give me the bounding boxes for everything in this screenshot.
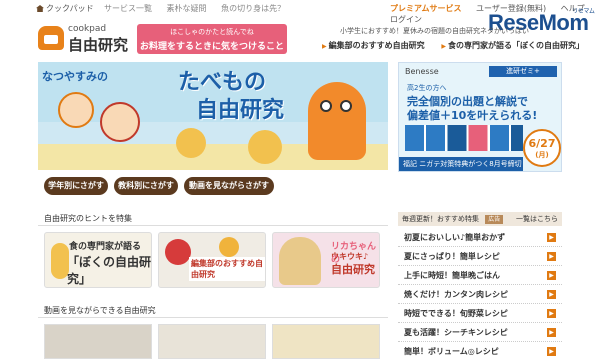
recipe-list: 初夏においしい♪簡単おかず ▶ 夏にさっぱり！簡単レシピ ▶ 上手に時短！簡単晩ごは…: [398, 228, 562, 359]
child-character: [58, 92, 94, 128]
top-links: サービス一覧 素朴な疑問 魚の切り身は先？: [104, 3, 297, 14]
candy-image: [219, 237, 239, 257]
deadline-badge: 6/27 (月): [523, 129, 561, 167]
tomato-image: [165, 239, 191, 265]
header-sublinks: 編集部のおすすめ自由研究 食の専門家が語る「ぼくの自由研究」: [322, 40, 598, 51]
video-thumbnail[interactable]: [158, 324, 266, 359]
section-title-video: 動画を見ながらできる自由研究: [44, 306, 156, 315]
search-by-video-button[interactable]: 動画を見ながらさがす: [184, 177, 274, 195]
cookpad-logo[interactable]: cookpad 自由研究: [38, 24, 138, 54]
chevron-right-icon: ▶: [547, 347, 556, 356]
video-thumbnail[interactable]: [44, 324, 152, 359]
chef-hat-icon: [38, 26, 64, 50]
home-icon: [36, 5, 44, 12]
chevron-right-icon: ▶: [547, 309, 556, 318]
safety-banner[interactable]: ほこしゃのかたと読んでね お料理をするときに気をつけること: [137, 24, 287, 54]
divider: [38, 317, 388, 318]
list-item[interactable]: 初夏においしい♪簡単おかず ▶: [398, 228, 562, 247]
login-link[interactable]: ログイン: [390, 15, 422, 24]
sublink-editor-picks[interactable]: 編集部のおすすめ自由研究: [322, 41, 425, 50]
hero-banner[interactable]: なつやすみの たべもの 自由研究: [38, 62, 388, 170]
view-all-link[interactable]: 一覧はこちら: [516, 212, 558, 226]
search-by-grade-button[interactable]: 学年別にさがす: [44, 177, 108, 195]
home-link[interactable]: クックパッド: [36, 3, 94, 14]
ad-tag: 広告: [485, 215, 504, 224]
peanut-character: [176, 128, 206, 158]
top-link-questions[interactable]: 素朴な疑問: [167, 4, 207, 13]
hero-subtitle: なつやすみの: [42, 70, 108, 83]
benesse-logo: Benesse: [405, 67, 439, 76]
hero-title-2: 自由研究: [196, 98, 285, 123]
feature-editor-picks[interactable]: 編集部のおすすめ自由研究: [158, 232, 266, 288]
list-item[interactable]: 上手に時短！簡単晩ごはん ▶: [398, 266, 562, 285]
chevron-right-icon: ▶: [547, 290, 556, 299]
chevron-right-icon: ▶: [547, 233, 556, 242]
ad-badge: 進研ゼミ+: [489, 66, 557, 77]
chevron-right-icon: ▶: [547, 252, 556, 261]
benesse-ad[interactable]: Benesse 進研ゼミ+ 高2生の方へ 完全個別の出題と解説で 偏差値＋10を…: [398, 62, 562, 172]
tagline: 小学生におすすめ！夏休みの宿題の自由研究ネタがいっぱい: [340, 27, 529, 35]
top-link-fish[interactable]: 魚の切り身は先？: [221, 4, 285, 13]
list-item[interactable]: 夏も活躍！シーチキンレシピ ▶: [398, 323, 562, 342]
child-character: [100, 102, 140, 142]
video-thumbnail[interactable]: [272, 324, 380, 359]
feature-licca[interactable]: リカちゃんの ウキウキ♪ 自由研究: [272, 232, 380, 288]
divider: [38, 225, 388, 226]
list-item[interactable]: 焼くだけ！カンタン肉レシピ ▶: [398, 285, 562, 304]
sublink-expert[interactable]: 食の専門家が語る「ぼくの自由研究」: [441, 41, 584, 50]
search-by-subject-button[interactable]: 教科別にさがす: [114, 177, 178, 195]
doll-image: [279, 237, 321, 285]
list-item[interactable]: 夏にさっぱり！簡単レシピ ▶: [398, 247, 562, 266]
peanut-character: [248, 130, 282, 164]
top-link-services[interactable]: サービス一覧: [104, 4, 152, 13]
chevron-right-icon: ▶: [547, 328, 556, 337]
feature-expert[interactable]: 食の専門家が語る 「ぼくの自由研究」: [44, 232, 152, 288]
carrot-mascot: [308, 82, 366, 160]
premium-link[interactable]: プレミアムサービス: [390, 4, 461, 13]
book-images: [405, 125, 523, 151]
list-item[interactable]: 時短でできる！旬野菜レシピ ▶: [398, 304, 562, 323]
eye-icon: [320, 100, 332, 112]
eye-icon: [340, 100, 352, 112]
list-item[interactable]: 簡単！ボリューム◎レシピ ▶: [398, 342, 562, 359]
chevron-right-icon: ▶: [547, 271, 556, 280]
section-title-hints: 自由研究のヒントを特集: [44, 214, 132, 223]
recipe-feature-header: 毎週更新！おすすめ特集 広告 一覧はこちら: [398, 212, 562, 226]
